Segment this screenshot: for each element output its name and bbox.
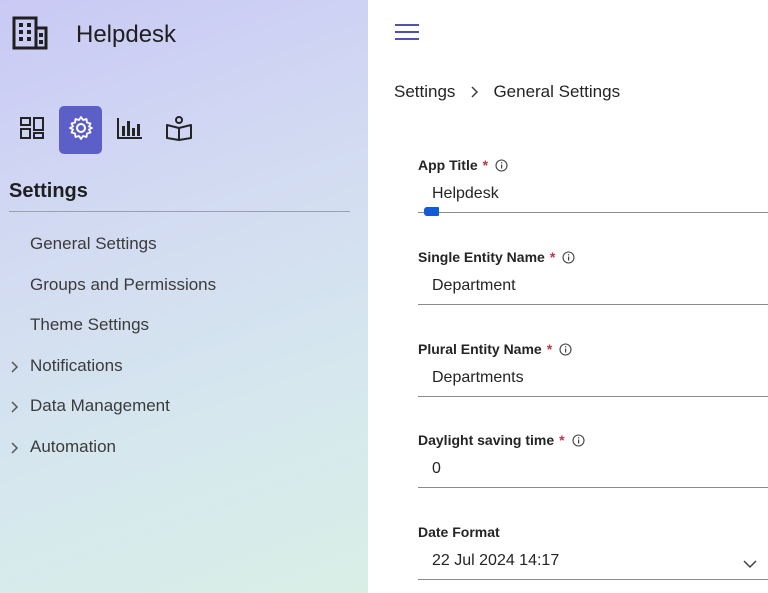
breadcrumb-root[interactable]: Settings — [394, 82, 455, 102]
sidebar-item-theme-settings[interactable]: Theme Settings — [0, 305, 368, 346]
field-label: Plural Entity Name * — [418, 341, 768, 357]
sidebar-item-label: Theme Settings — [30, 315, 150, 335]
section-title: Settings — [9, 180, 88, 202]
settings-nav: General Settings Groups and Permissions … — [0, 224, 368, 467]
sidebar-item-label: Automation — [30, 436, 116, 456]
module-switcher — [10, 106, 200, 154]
chart-icon — [116, 116, 144, 145]
hamburger-icon[interactable] — [394, 22, 420, 42]
sidebar-item-label: Notifications — [30, 355, 123, 375]
brand: Helpdesk — [12, 16, 176, 50]
info-icon[interactable] — [559, 342, 572, 356]
field-label-text: Single Entity Name — [418, 249, 545, 265]
input-underline — [418, 487, 768, 488]
sidebar-item-notifications[interactable]: Notifications — [0, 346, 368, 387]
sidebar-item-data-management[interactable]: Data Management — [0, 386, 368, 427]
breadcrumb: Settings General Settings — [394, 82, 620, 102]
required-mark: * — [546, 341, 553, 357]
field-label-text: Daylight saving time — [418, 432, 555, 448]
chevron-right-icon — [9, 440, 19, 454]
required-mark: * — [559, 432, 565, 448]
settings-button[interactable] — [59, 106, 102, 154]
field-label: App Title * — [418, 157, 768, 173]
input-underline — [418, 579, 768, 580]
field-label-text: Date Format — [418, 524, 500, 540]
sidebar-item-label: Groups and Permissions — [30, 274, 217, 294]
single-entity-name-input[interactable]: Department — [432, 277, 516, 295]
info-icon[interactable] — [562, 250, 575, 264]
settings-icon — [68, 115, 94, 146]
field-label: Single Entity Name * — [418, 249, 768, 265]
chevron-right-icon — [9, 359, 19, 373]
input-underline — [418, 304, 768, 305]
book-icon — [165, 115, 193, 146]
single-entity-name-field: Single Entity Name * Department — [418, 249, 768, 305]
sidebar-item-label: General Settings — [30, 234, 157, 254]
reports-button[interactable] — [108, 106, 151, 154]
field-label-text: App Title — [418, 157, 478, 173]
date-format-field: Date Format 22 Jul 2024 14:17 — [418, 524, 768, 580]
app-title-input[interactable]: Helpdesk — [432, 185, 499, 203]
input-underline — [418, 212, 768, 213]
dashboard-button[interactable] — [10, 106, 53, 154]
daylight-saving-time-input[interactable]: 0 — [432, 460, 441, 478]
sidebar-item-automation[interactable]: Automation — [0, 427, 368, 468]
required-mark: * — [549, 249, 556, 265]
info-icon[interactable] — [495, 158, 508, 172]
field-label: Date Format — [418, 524, 768, 540]
sidebar-item-general-settings[interactable]: General Settings — [0, 224, 368, 265]
sidebar: Helpdesk Settings General Settings Group… — [0, 0, 368, 593]
sidebar-item-groups-and-permissions[interactable]: Groups and Permissions — [0, 265, 368, 306]
chevron-right-icon — [469, 85, 479, 99]
app-title: Helpdesk — [76, 21, 177, 48]
divider — [9, 211, 350, 212]
field-label: Daylight saving time * — [418, 432, 768, 448]
field-label-text: Plural Entity Name — [418, 341, 542, 357]
knowledge-base-button[interactable] — [157, 106, 200, 154]
chevron-down-icon[interactable] — [742, 556, 758, 569]
main-content: Settings General Settings App Title * He… — [368, 0, 768, 593]
plural-entity-name-input[interactable]: Departments — [432, 369, 524, 387]
plural-entity-name-field: Plural Entity Name * Departments — [418, 341, 768, 397]
daylight-saving-time-field: Daylight saving time * 0 — [418, 432, 768, 488]
breadcrumb-current: General Settings — [493, 82, 621, 101]
app-title-field: App Title * Helpdesk — [418, 157, 768, 216]
dashboard-icon — [19, 116, 45, 145]
sidebar-item-label: Data Management — [30, 396, 170, 416]
date-format-select[interactable]: 22 Jul 2024 14:17 — [432, 552, 559, 570]
info-icon[interactable] — [572, 433, 585, 447]
required-mark: * — [482, 157, 489, 173]
building-icon — [12, 16, 48, 50]
input-underline — [418, 396, 768, 397]
chevron-right-icon — [9, 399, 19, 413]
focus-indicator — [424, 207, 439, 216]
